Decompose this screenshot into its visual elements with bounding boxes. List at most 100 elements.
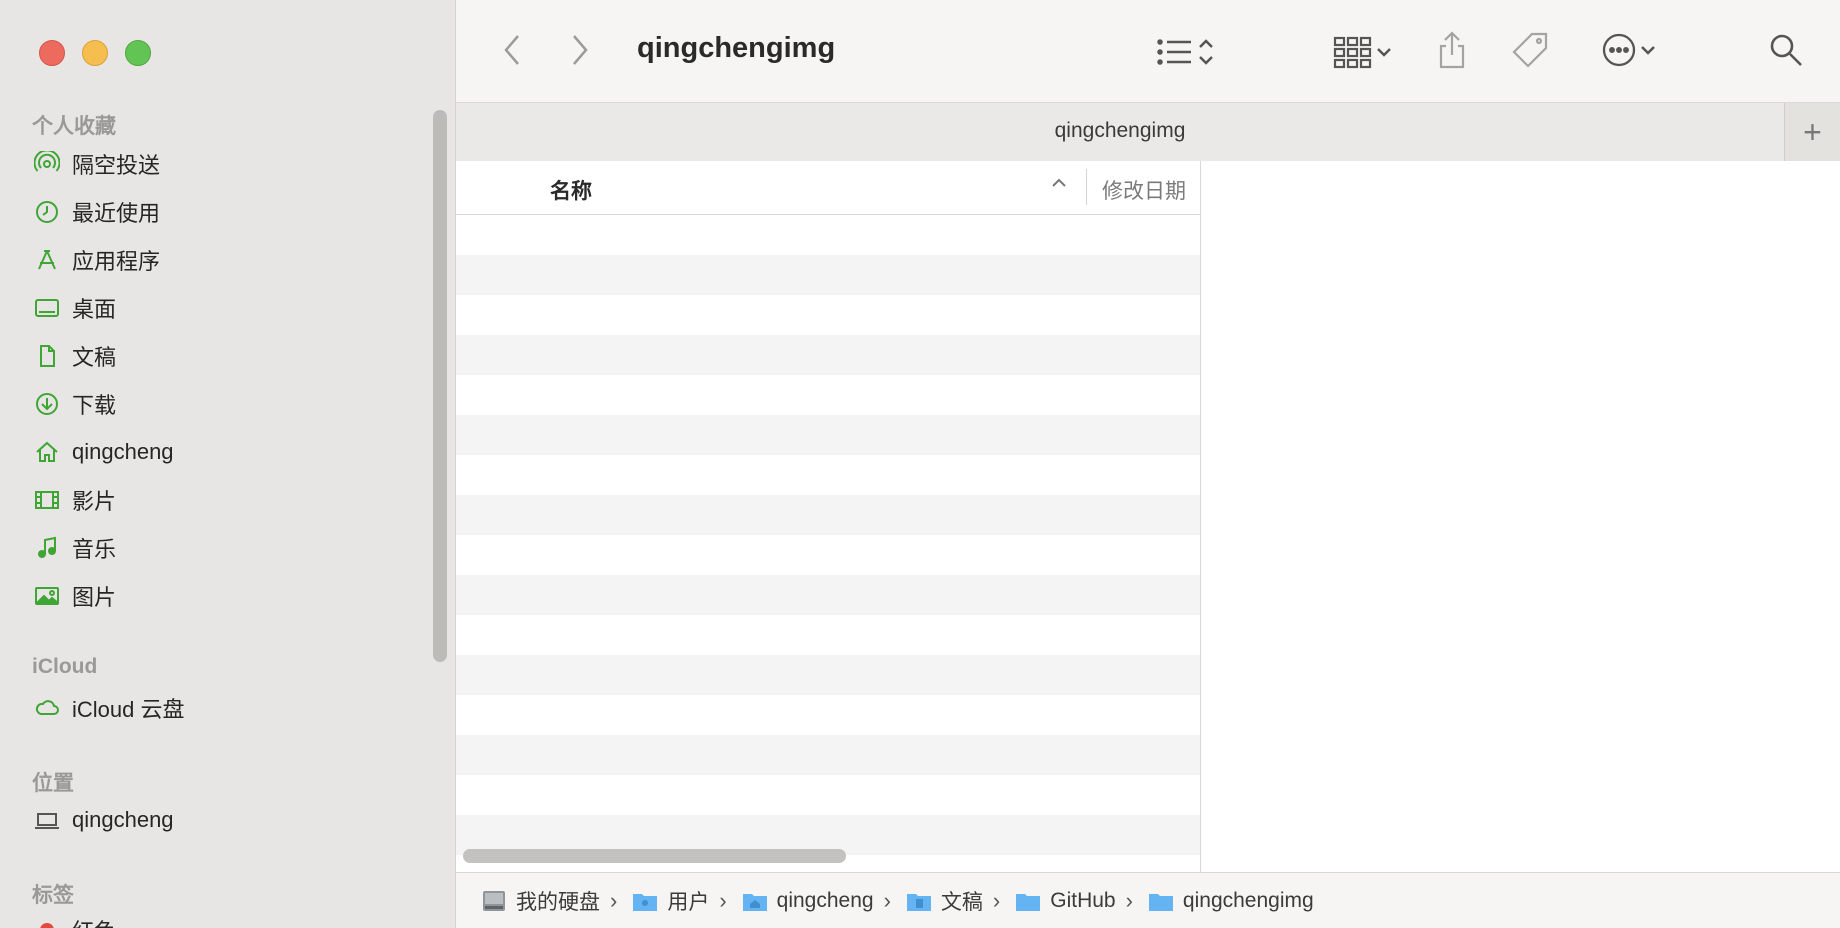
document-icon	[32, 341, 62, 371]
path-separator: ›	[719, 887, 727, 913]
path-item-current[interactable]: qingchengimg	[1147, 889, 1314, 913]
share-icon	[1439, 31, 1465, 69]
folder-icon	[1148, 893, 1173, 911]
users-folder-icon	[633, 893, 658, 911]
sidebar-item-desktop[interactable]: 桌面	[32, 288, 412, 328]
list-row	[456, 735, 1200, 775]
preview-pane	[1201, 161, 1840, 872]
sidebar-item-label: 红色	[72, 914, 116, 928]
sidebar-item-label: 影片	[72, 489, 117, 514]
list-row	[456, 215, 1200, 255]
path-item-label: qingchengimg	[1182, 888, 1314, 912]
sidebar: 个人收藏 隔空投送 最近使用 应用程序 桌面 文稿 下载 qingcheng 影…	[0, 0, 456, 928]
chevron-left-icon	[504, 35, 519, 65]
folder-icon	[1016, 893, 1041, 911]
home-icon	[32, 437, 62, 467]
new-tab-button[interactable]: +	[1784, 103, 1840, 161]
airdrop-icon	[32, 149, 62, 179]
file-list[interactable]: 名称 修改日期	[456, 161, 1201, 872]
home-folder-icon	[742, 893, 767, 911]
view-mode-button[interactable]	[1146, 30, 1226, 74]
tag-button[interactable]	[1508, 28, 1552, 72]
minimize-window-button[interactable]	[82, 40, 108, 66]
sidebar-item-label: qingcheng	[72, 439, 174, 464]
column-header-date[interactable]: 修改日期	[1102, 175, 1186, 205]
list-view-icon	[1157, 39, 1191, 65]
chevron-right-icon	[573, 35, 588, 65]
sidebar-item-label: 下载	[72, 393, 117, 418]
path-item-label: 文稿	[940, 890, 983, 914]
list-row	[456, 655, 1200, 695]
chevron-down-icon	[1377, 48, 1391, 57]
list-rows	[456, 215, 1200, 855]
list-row	[456, 295, 1200, 335]
path-item-github[interactable]: GitHub	[1014, 888, 1116, 913]
list-row	[456, 415, 1200, 455]
list-row	[456, 335, 1200, 375]
sidebar-item-recents[interactable]: 最近使用	[32, 192, 412, 232]
path-bar: 我的硬盘 › 用户 › qingcheng › 文稿 › GitHub › qi…	[456, 872, 1840, 928]
path-separator: ›	[1125, 887, 1133, 913]
sidebar-item-label: iCloud 云盘	[72, 697, 185, 722]
path-item-label: 我的硬盘	[516, 890, 600, 914]
sidebar-item-airdrop[interactable]: 隔空投送	[32, 144, 412, 184]
column-divider[interactable]	[1086, 169, 1087, 205]
sidebar-item-label: 应用程序	[72, 249, 161, 274]
tag-dot-icon	[32, 915, 62, 928]
download-icon	[32, 389, 62, 419]
list-header: 名称 修改日期	[456, 161, 1200, 215]
photo-icon	[32, 581, 62, 611]
sort-ascending-icon[interactable]	[1049, 173, 1069, 199]
sidebar-item-home[interactable]: qingcheng	[32, 432, 412, 472]
sidebar-item-movies[interactable]: 影片	[32, 480, 412, 520]
path-separator: ›	[883, 887, 891, 913]
search-button[interactable]	[1764, 28, 1808, 72]
tab-current[interactable]: qingchengimg	[456, 119, 1784, 143]
sidebar-item-icloud-drive[interactable]: iCloud 云盘	[32, 688, 412, 728]
path-item-home[interactable]: qingcheng	[741, 889, 874, 913]
sidebar-item-downloads[interactable]: 下载	[32, 384, 412, 424]
forward-button[interactable]	[562, 30, 598, 70]
hard-drive-icon	[483, 890, 505, 911]
maximize-window-button[interactable]	[125, 40, 151, 66]
list-row	[456, 575, 1200, 615]
path-item-label: GitHub	[1050, 888, 1116, 912]
laptop-icon	[32, 805, 62, 835]
path-item-users[interactable]: 用户	[631, 886, 709, 916]
documents-folder-icon	[906, 893, 931, 911]
chevron-down-icon	[1641, 46, 1655, 55]
more-actions-button[interactable]	[1592, 28, 1668, 72]
group-button[interactable]	[1324, 30, 1404, 74]
section-locations: 位置	[32, 772, 74, 795]
section-icloud: iCloud	[32, 655, 98, 678]
section-favorites: 个人收藏	[32, 115, 116, 138]
path-separator: ›	[992, 887, 1001, 913]
sidebar-item-label: 图片	[72, 585, 117, 610]
sidebar-item-documents[interactable]: 文稿	[32, 336, 412, 376]
column-header-name[interactable]: 名称	[550, 175, 592, 205]
path-item-hard-drive[interactable]: 我的硬盘	[480, 886, 600, 916]
sidebar-item-tag-red[interactable]: 红色	[32, 910, 412, 928]
list-row	[456, 535, 1200, 575]
horizontal-scrollbar[interactable]	[463, 849, 846, 863]
sidebar-item-applications[interactable]: 应用程序	[32, 240, 412, 280]
up-down-chevron-icon	[1199, 39, 1213, 65]
list-row	[456, 255, 1200, 295]
toolbar: qingchengimg	[456, 0, 1840, 102]
list-row	[456, 495, 1200, 535]
tab-bar: qingchengimg +	[456, 102, 1840, 162]
sidebar-item-label: 文稿	[72, 345, 117, 370]
desktop-icon	[32, 293, 62, 323]
list-row	[456, 775, 1200, 815]
sidebar-scrollbar[interactable]	[433, 110, 447, 662]
sidebar-item-pictures[interactable]: 图片	[32, 576, 412, 616]
share-button[interactable]	[1432, 28, 1472, 72]
window-title: qingchengimg	[637, 32, 836, 64]
back-button[interactable]	[494, 30, 530, 70]
ellipsis-circle-icon	[1602, 33, 1636, 67]
sidebar-item-computer[interactable]: qingcheng	[32, 800, 412, 840]
sidebar-item-music[interactable]: 音乐	[32, 528, 412, 568]
path-item-documents[interactable]: 文稿	[905, 886, 983, 916]
window-controls	[39, 40, 151, 66]
close-window-button[interactable]	[39, 40, 65, 66]
